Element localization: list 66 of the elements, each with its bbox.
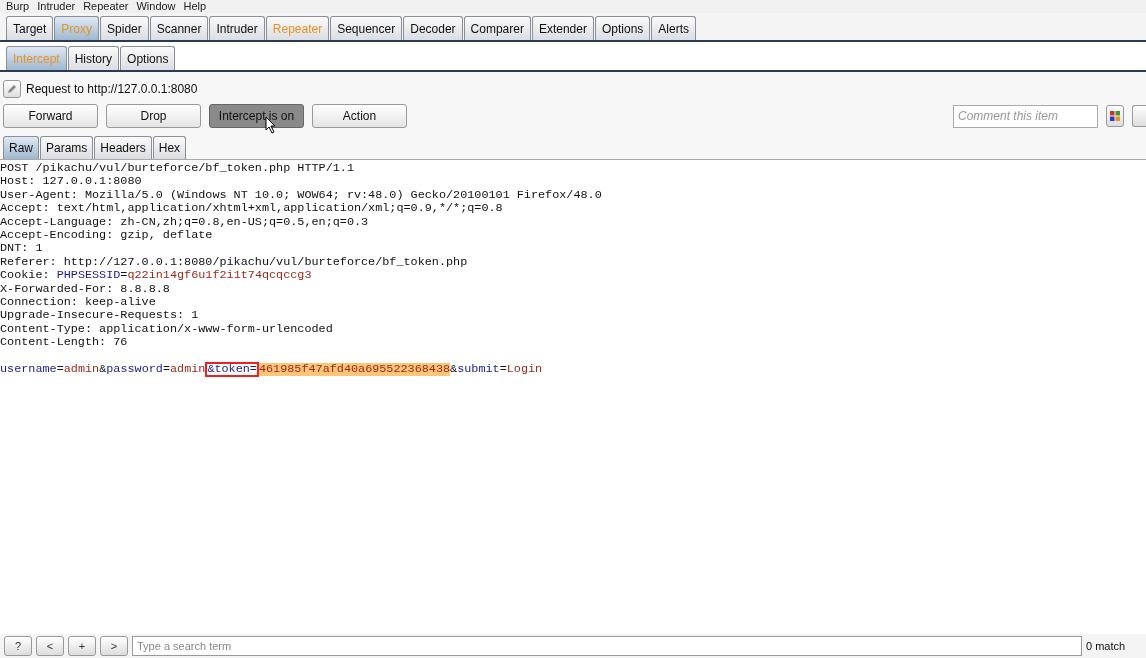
tab[interactable]: Options bbox=[120, 46, 176, 70]
code-text: &token= bbox=[205, 362, 259, 378]
menu-item[interactable]: Help bbox=[183, 0, 207, 13]
help-button[interactable] bbox=[1132, 105, 1146, 127]
code-text: Accept: text/html,application/xhtml+xml,application/xml;q=0.9,*/*;q=0.8 bbox=[0, 202, 503, 216]
view-tab[interactable]: Headers bbox=[94, 136, 152, 159]
view-tab[interactable]: Params bbox=[40, 136, 94, 159]
code-text: admin bbox=[169, 362, 206, 377]
code-text: Login bbox=[506, 362, 543, 377]
code-text: = bbox=[499, 362, 507, 377]
tab[interactable]: Spider bbox=[100, 16, 149, 40]
code-text: Content-Length: 76 bbox=[0, 336, 128, 350]
code-text: PHPSESSID bbox=[56, 269, 121, 283]
tab[interactable]: History bbox=[67, 46, 120, 70]
comment-field[interactable]: Comment this item bbox=[953, 104, 1098, 128]
code-text: Accept-Encoding: gzip, deflate bbox=[0, 228, 213, 243]
tab[interactable]: Options bbox=[594, 16, 651, 40]
code-text: Connection: keep-alive bbox=[0, 295, 156, 310]
code-text: password bbox=[106, 362, 163, 377]
search-nav-button[interactable]: + bbox=[68, 636, 96, 656]
code-text: q22in14gf6u1f2i1t74qcqccg3 bbox=[127, 269, 312, 283]
tab[interactable]: Comparer bbox=[463, 16, 531, 40]
tab[interactable]: Decoder bbox=[403, 16, 463, 40]
search-nav-button[interactable]: > bbox=[100, 636, 128, 656]
code-text: Upgrade-Insecure-Requests: 1 bbox=[0, 309, 199, 323]
tab[interactable]: Alerts bbox=[651, 16, 696, 40]
code-text: User-Agent: Mozilla/5.0 (Windows NT 10.0; WOW64; rv:48.0) Gecko/20100101 Firefox/48.0 bbox=[0, 188, 602, 203]
toolbar-button[interactable]: Action bbox=[312, 104, 407, 128]
code-text: & bbox=[99, 362, 107, 377]
tab[interactable]: Intruder bbox=[209, 16, 265, 40]
code-text: Content-Type: application/x-www-form-urlencoded bbox=[0, 322, 333, 337]
code-text: POST /pikachu/vul/burteforce/bf_token.php HTTP/1.1 bbox=[0, 162, 354, 176]
toolbar-button[interactable]: Intercept is on bbox=[209, 104, 304, 128]
search-nav-button[interactable]: ? bbox=[4, 636, 32, 656]
toolbar-button[interactable]: Forward bbox=[3, 104, 98, 128]
code-text: DNT: 1 bbox=[0, 242, 43, 256]
search-field[interactable]: Type a search term bbox=[132, 636, 1082, 656]
menu-item[interactable]: Burp bbox=[6, 0, 30, 13]
code-text: Host: 127.0.0.1:8080 bbox=[0, 175, 142, 189]
code-text: Accept-Language: zh-CN,zh;q=0.8,en-US;q=0.5,en;q=0.3 bbox=[0, 215, 369, 229]
search-nav-button[interactable]: < bbox=[36, 636, 64, 656]
color-picker-button[interactable] bbox=[1106, 105, 1124, 127]
code-text: submit bbox=[457, 362, 500, 377]
code-text: username bbox=[0, 362, 57, 377]
color-grid-icon bbox=[1110, 111, 1120, 121]
tab[interactable]: Scanner bbox=[149, 16, 209, 40]
tab[interactable]: Sequencer bbox=[330, 16, 403, 40]
code-text: Referer: http://127.0.0.1:8080/pikachu/vul/burteforce/bf_token.php bbox=[0, 255, 468, 270]
code-text: admin bbox=[63, 362, 100, 377]
pencil-icon bbox=[3, 80, 21, 98]
tab[interactable]: Extender bbox=[531, 16, 594, 40]
match-count: 0 match bbox=[1086, 639, 1126, 653]
view-tab[interactable]: Hex bbox=[152, 136, 187, 159]
menu-item[interactable]: Repeater bbox=[83, 0, 129, 13]
toolbar-button[interactable]: Drop bbox=[106, 104, 201, 128]
code-text: = bbox=[162, 362, 170, 377]
code-text: X-Forwarded-For: 8.8.8.8 bbox=[0, 282, 170, 296]
code-text: Cookie: bbox=[0, 269, 51, 283]
code-text: & bbox=[450, 362, 458, 377]
tab[interactable]: Target bbox=[6, 16, 54, 40]
menu-item[interactable]: Window bbox=[136, 0, 176, 13]
menu-item[interactable]: Intruder bbox=[37, 0, 76, 13]
request-label: Request to http://127.0.0.1:8080 bbox=[26, 81, 198, 98]
code-text: = bbox=[56, 362, 64, 377]
view-tab[interactable]: Raw bbox=[3, 136, 39, 159]
code-text: = bbox=[120, 269, 128, 283]
